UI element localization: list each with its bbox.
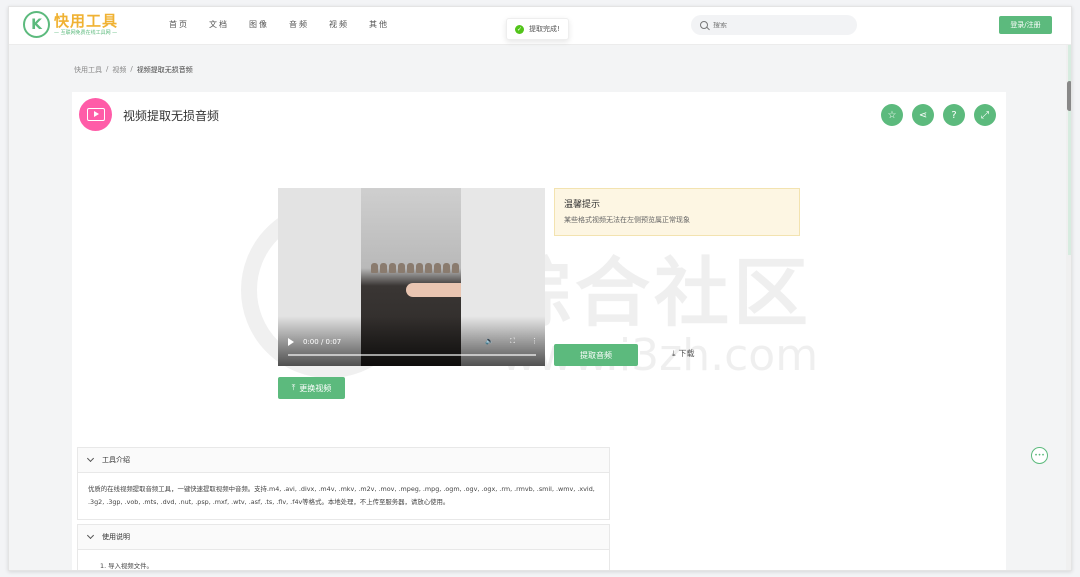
section-usage-header[interactable]: 使用说明 xyxy=(78,525,609,550)
section-usage: 使用说明 1. 导入视频文件。 xyxy=(77,524,610,570)
breadcrumb-current: 视频提取无损音频 xyxy=(136,66,193,74)
nav-home[interactable]: 首页 xyxy=(169,19,209,30)
nav-image[interactable]: 图像 xyxy=(249,19,289,30)
replace-video-button[interactable]: ⤒ 更换视频 xyxy=(278,377,345,399)
logo-title: 快用工具 xyxy=(54,11,119,30)
section-intro: 工具介绍 优质的在线视频提取音频工具，一键快速提取视频中音频。支持.m4, .a… xyxy=(77,447,610,520)
share-icon[interactable]: ⋖ xyxy=(912,104,934,126)
video-progress-bar[interactable] xyxy=(288,354,536,356)
upload-icon: ⤒ xyxy=(291,383,296,392)
chevron-down-icon xyxy=(86,531,95,540)
download-icon: ⤓ xyxy=(672,348,676,358)
section-usage-title: 使用说明 xyxy=(102,533,130,541)
toast-message: 提取完成! xyxy=(529,25,560,33)
tip-text: 某些格式视频无法在左侧预览属正常现象 xyxy=(564,216,690,224)
search-box[interactable] xyxy=(691,15,857,35)
check-circle-icon: ✓ xyxy=(515,24,524,34)
page-title: 视频提取无损音频 xyxy=(123,109,220,123)
search-input[interactable] xyxy=(713,21,833,29)
nav-video[interactable]: 视频 xyxy=(329,19,369,30)
main-nav: 首页 文档 图像 音频 视频 其他 xyxy=(169,19,409,30)
browser-viewport: K 快用工具 — 互联网免费在线工具网 — 首页 文档 图像 音频 视频 其他 … xyxy=(8,6,1072,571)
help-icon[interactable]: ? xyxy=(943,104,965,126)
video-tool-icon xyxy=(79,98,112,131)
volume-icon[interactable]: 🔈 xyxy=(485,337,494,346)
nav-document[interactable]: 文档 xyxy=(209,19,249,30)
star-icon[interactable]: ☆ xyxy=(881,104,903,126)
login-button[interactable]: 登录/注册 xyxy=(999,16,1052,34)
section-usage-body: 1. 导入视频文件。 xyxy=(100,562,153,570)
more-options-icon[interactable]: ⋮ xyxy=(531,337,538,346)
download-button[interactable]: ⤓ 下载 xyxy=(672,348,695,359)
tip-box: 温馨提示 某些格式视频无法在左侧预览属正常现象 xyxy=(554,188,800,236)
site-logo[interactable]: K 快用工具 — 互联网免费在线工具网 — xyxy=(23,11,118,38)
tip-title: 温馨提示 xyxy=(564,200,601,210)
nav-other[interactable]: 其他 xyxy=(369,19,409,30)
video-controls: 0:00 / 0:07 🔈 ⛶ ⋮ xyxy=(288,337,538,346)
extract-audio-button[interactable]: 提取音频 xyxy=(554,344,638,366)
watermark-url: www.i3zh.com xyxy=(501,330,819,381)
logo-subtitle: — 互联网免费在线工具网 — xyxy=(54,29,118,36)
breadcrumb-video[interactable]: 视频 xyxy=(112,65,126,75)
replace-video-label: 更换视频 xyxy=(299,383,332,393)
video-time: 0:00 / 0:07 xyxy=(303,337,342,346)
bells-image xyxy=(371,263,459,273)
chevron-down-icon xyxy=(86,454,95,463)
nav-audio[interactable]: 音频 xyxy=(289,19,329,30)
section-intro-body: 优质的在线视频提取音频工具，一键快速提取视频中音频。支持.m4, .avi, .… xyxy=(88,485,595,506)
section-intro-title: 工具介绍 xyxy=(102,456,130,464)
section-intro-header[interactable]: 工具介绍 xyxy=(78,448,609,473)
hand-image xyxy=(406,283,461,297)
scrollbar[interactable] xyxy=(1066,45,1071,570)
fullscreen-icon[interactable]: ⤢ xyxy=(974,104,996,126)
chat-bubble-icon[interactable]: ••• xyxy=(1031,447,1048,464)
top-navbar: K 快用工具 — 互联网免费在线工具网 — 首页 文档 图像 音频 视频 其他 … xyxy=(9,7,1071,45)
breadcrumb: 快用工具 / 视频 / 视频提取无损音频 xyxy=(74,65,193,75)
play-icon[interactable] xyxy=(288,337,294,346)
breadcrumb-home[interactable]: 快用工具 xyxy=(74,65,102,75)
logo-k-icon: K xyxy=(23,11,50,38)
success-toast: ✓ 提取完成! xyxy=(506,18,569,40)
scrollbar-thumb[interactable] xyxy=(1067,81,1071,111)
download-label: 下载 xyxy=(678,349,695,358)
tool-actions: ☆ ⋖ ? ⤢ xyxy=(881,104,996,126)
search-icon xyxy=(700,21,708,29)
tool-panel: 视频提取无损音频 ☆ ⋖ ? ⤢ 哩综合社区 www.i3zh.com 0:00… xyxy=(72,92,1006,570)
fullscreen-video-icon[interactable]: ⛶ xyxy=(510,337,515,346)
video-player[interactable]: 0:00 / 0:07 🔈 ⛶ ⋮ xyxy=(278,188,545,366)
